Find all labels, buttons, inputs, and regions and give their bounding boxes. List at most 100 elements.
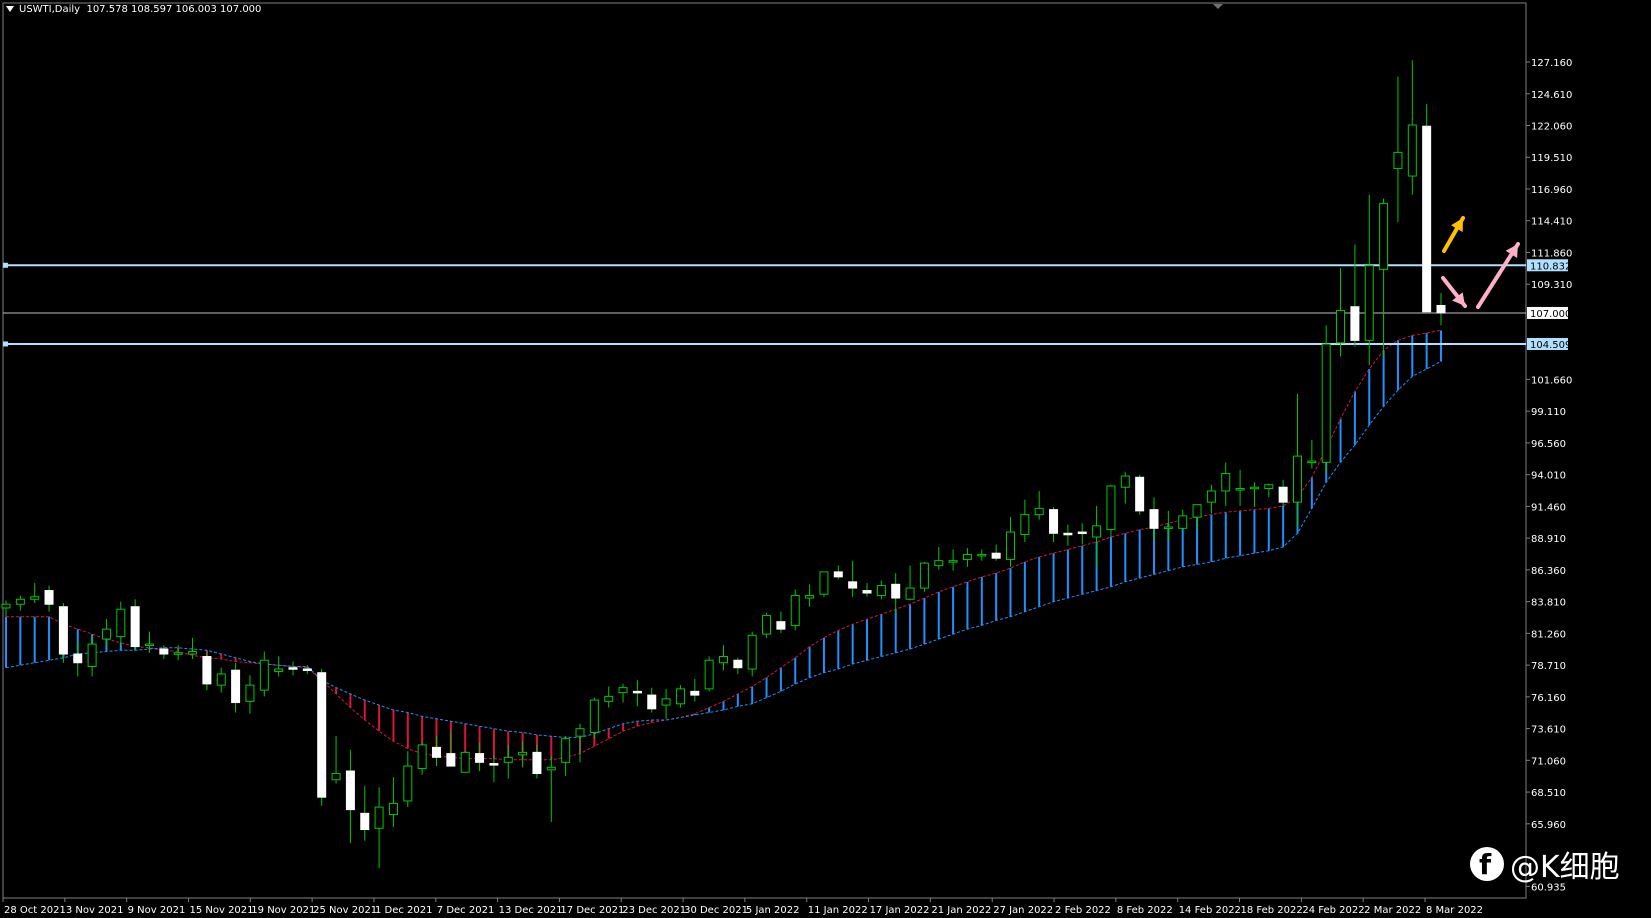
level-handle[interactable]: [3, 262, 8, 268]
y-axis-label: 116.960: [1531, 185, 1572, 196]
candle-body: [647, 694, 657, 710]
candle-body: [1350, 306, 1360, 341]
candle-body: [1422, 125, 1432, 313]
candle-body: [231, 669, 241, 704]
x-axis-label: 28 Oct 2021: [4, 905, 66, 916]
candle-body: [1135, 476, 1145, 512]
candle-body: [1436, 304, 1446, 314]
candle-body: [101, 628, 111, 640]
x-axis-label: 11 Jan 2022: [808, 905, 868, 916]
facebook-icon: f: [1470, 847, 1504, 881]
candle-body: [819, 571, 829, 595]
candle-body: [848, 581, 858, 589]
y-axis-label: 119.510: [1531, 153, 1572, 164]
y-axis-label: 124.610: [1531, 90, 1572, 101]
candle-body: [1178, 515, 1188, 529]
candle-body: [87, 643, 97, 667]
x-axis-label: 2 Feb 2022: [1055, 905, 1111, 916]
x-axis-label: 8 Feb 2022: [1117, 905, 1173, 916]
candle-body: [1264, 484, 1274, 489]
candle-body: [891, 583, 901, 599]
candle-body: [173, 652, 183, 655]
candle-body: [202, 656, 212, 685]
x-axis-label: 2 Mar 2022: [1364, 905, 1421, 916]
candle-body: [618, 687, 628, 694]
candle-body: [675, 688, 685, 705]
candle-body: [532, 751, 542, 775]
candle-body: [130, 606, 140, 648]
candle-body: [259, 659, 269, 691]
candle-body: [704, 659, 714, 690]
candle-body: [1020, 514, 1030, 536]
x-axis-label: 18 Feb 2022: [1241, 905, 1303, 916]
candle-body: [876, 585, 886, 597]
candle-body: [374, 806, 384, 829]
candle-body: [1249, 486, 1259, 490]
watermark: f @K细胞: [1470, 840, 1620, 888]
candle-body: [475, 753, 485, 763]
x-axis-label: 3 Nov 2021: [66, 905, 124, 916]
candle-body: [1364, 265, 1374, 341]
candle-body: [719, 656, 728, 664]
candle-body: [317, 672, 327, 798]
y-axis-label: 88.910: [1531, 534, 1566, 545]
x-axis-label: 17 Jan 2022: [870, 905, 930, 916]
y-axis-label: 76.160: [1531, 693, 1566, 704]
x-axis-label: 27 Jan 2022: [993, 905, 1053, 916]
candle-body: [1149, 509, 1159, 529]
candle-body: [934, 560, 944, 567]
candle-body: [73, 653, 83, 664]
y-axis-label: 91.460: [1531, 502, 1566, 513]
candle-body: [1063, 532, 1073, 536]
chart-shift-marker-icon[interactable]: [1213, 4, 1223, 9]
watermark-text: @K细胞: [1510, 850, 1620, 885]
candle-body: [274, 668, 284, 672]
candle-body: [432, 746, 441, 758]
x-axis-label: 30 Dec 2021: [684, 905, 748, 916]
y-axis-label: 122.060: [1531, 122, 1572, 133]
x-axis-label: 5 Jan 2022: [746, 905, 800, 916]
candle-body: [1278, 486, 1288, 503]
candle-body: [1307, 460, 1317, 464]
candle-body: [58, 606, 68, 655]
x-axis-label: 7 Dec 2021: [437, 905, 495, 916]
candle-body: [1106, 485, 1116, 531]
candle-body: [805, 595, 815, 599]
y-axis-label: 73.610: [1531, 725, 1566, 736]
candle-body: [145, 643, 154, 647]
candle-body: [833, 571, 843, 578]
y-axis-label: 71.060: [1531, 756, 1566, 767]
candle-body: [977, 553, 987, 557]
y-axis-label: 94.010: [1531, 471, 1566, 482]
x-axis-label: 25 Nov 2021: [313, 905, 377, 916]
candle-body: [460, 751, 470, 773]
candle-body: [1336, 309, 1346, 344]
x-axis-label: 23 Dec 2021: [622, 905, 686, 916]
candle-body: [1049, 509, 1059, 534]
candle-body: [30, 596, 40, 600]
candle-body: [561, 738, 571, 763]
x-axis-label: 9 Nov 2021: [128, 905, 186, 916]
x-axis-label: 8 Mar 2022: [1426, 905, 1483, 916]
candle-body: [1235, 487, 1245, 491]
candle-body: [446, 753, 456, 767]
candle-body: [1393, 151, 1403, 170]
candle-body: [905, 587, 915, 600]
candle-body: [862, 590, 872, 594]
level-handle[interactable]: [3, 341, 8, 347]
lower-level-price-tag-text: 104.509: [1530, 340, 1571, 351]
price-chart[interactable]: 127.160 124.610 122.060 119.510 116.960 114.4…: [0, 0, 1651, 918]
candle-body: [546, 766, 556, 771]
candle-body: [360, 812, 370, 831]
candle-body: [245, 684, 255, 702]
candle-body: [1206, 490, 1216, 503]
candle-body: [575, 728, 585, 737]
candle-body: [747, 634, 757, 670]
candle-body: [489, 763, 499, 766]
y-axis-label: 99.110: [1531, 407, 1566, 418]
candle-body: [1120, 475, 1130, 488]
candle-body: [991, 552, 1001, 559]
candle-body: [690, 690, 700, 696]
x-axis-label: 24 Feb 2022: [1302, 905, 1364, 916]
y-axis-label: 96.560: [1531, 439, 1566, 450]
